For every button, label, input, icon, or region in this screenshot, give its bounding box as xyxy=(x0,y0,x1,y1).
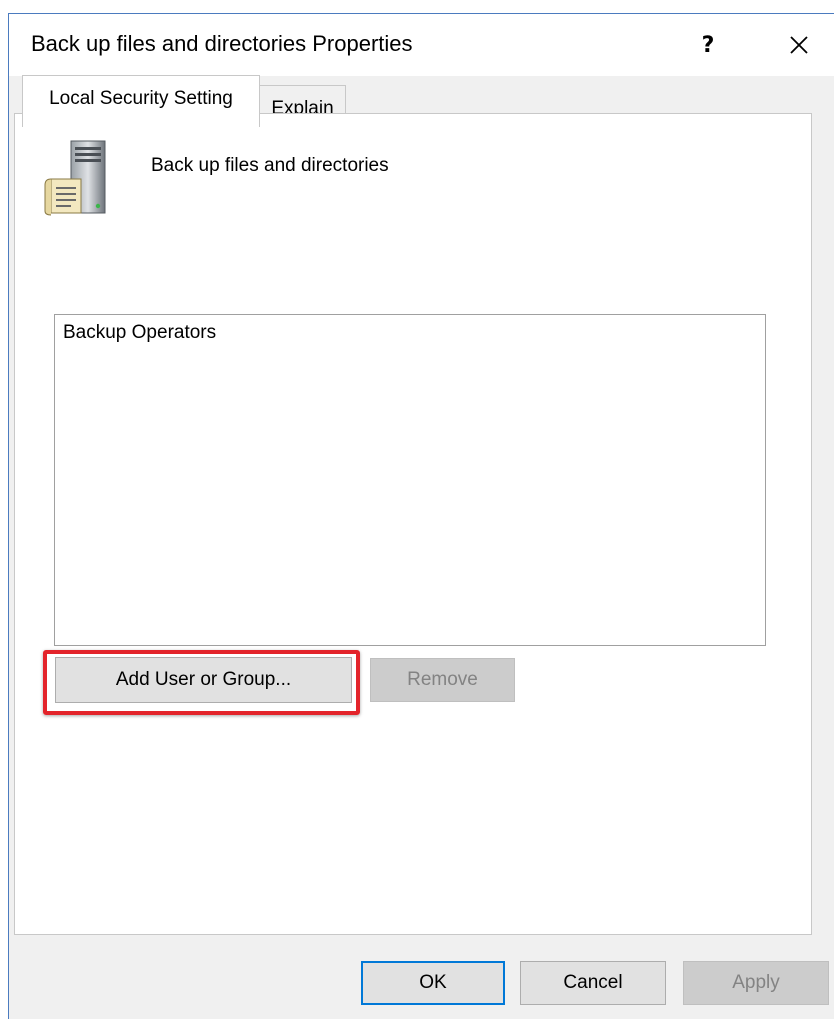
title-bar: Back up files and directories Properties… xyxy=(9,14,834,76)
cancel-button[interactable]: Cancel xyxy=(520,961,666,1005)
dialog-title: Back up files and directories Properties xyxy=(31,31,413,56)
close-button[interactable] xyxy=(775,22,823,68)
tab-local-security-setting[interactable]: Local Security Setting xyxy=(22,75,260,127)
policy-name: Back up files and directories xyxy=(151,155,389,176)
members-listbox[interactable]: Backup Operators xyxy=(54,314,766,646)
remove-button[interactable]: Remove xyxy=(370,658,515,702)
help-button[interactable]: ? xyxy=(685,22,731,68)
list-item[interactable]: Backup Operators xyxy=(63,322,216,344)
close-icon xyxy=(790,36,808,54)
server-policy-icon xyxy=(44,140,106,216)
add-user-or-group-button[interactable]: Add User or Group... xyxy=(55,657,352,703)
ok-button[interactable]: OK xyxy=(361,961,505,1005)
background-strip xyxy=(0,0,835,13)
apply-button[interactable]: Apply xyxy=(683,961,829,1005)
